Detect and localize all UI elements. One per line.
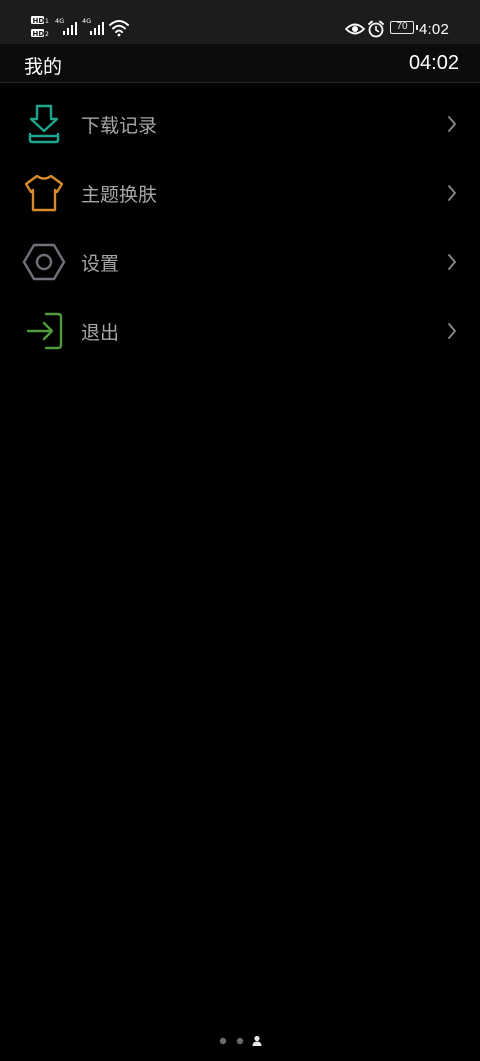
settings-hexagon-icon [22,243,66,281]
page-title: 我的 [24,56,63,78]
page-dot-2 [236,1037,244,1045]
signal-icon: HD 1 HD 2 4G 4G [31,16,129,38]
menu-label-settings: 设置 [81,253,120,275]
menu-label-logout: 退出 [81,322,120,344]
page-dot-current-user-icon [252,1035,262,1046]
network-label-1: 4G [55,17,64,25]
chevron-right-icon [448,185,456,201]
status-bar: HD 1 HD 2 4G 4G 70 4:02 [0,0,480,44]
chevron-right-icon [448,323,456,339]
network-label-2: 4G [82,17,91,25]
chevron-right-icon [448,254,456,270]
download-record-icon [28,104,60,144]
eye-icon [345,23,365,35]
logout-icon [26,312,63,350]
header-clock: 04:02 [408,52,459,74]
battery-icon: 70 [390,21,414,34]
theme-shirt-icon [24,174,64,212]
menu-label-theme: 主题换肤 [81,184,158,206]
battery-level: 70 [396,21,408,32]
hd-label-2: HD [33,30,45,38]
menu-item-logout[interactable]: 退出 [0,301,480,361]
svg-text:2: 2 [45,31,49,38]
menu-label-download-record: 下载记录 [81,115,158,137]
chevron-right-icon [448,116,456,132]
hd-label-1: HD [33,17,45,25]
header: 我的 04:02 [0,44,480,83]
page-dot-1 [219,1037,227,1045]
menu-item-download-record[interactable]: 下载记录 [0,94,480,154]
menu-item-settings[interactable]: 设置 [0,232,480,292]
menu-item-theme[interactable]: 主题换肤 [0,163,480,223]
page-indicator [219,1035,262,1046]
status-time: 4:02 [419,21,449,38]
alarm-icon [368,20,384,38]
wifi-icon [109,20,129,33]
svg-text:1: 1 [45,18,49,25]
battery-tip [416,25,418,30]
